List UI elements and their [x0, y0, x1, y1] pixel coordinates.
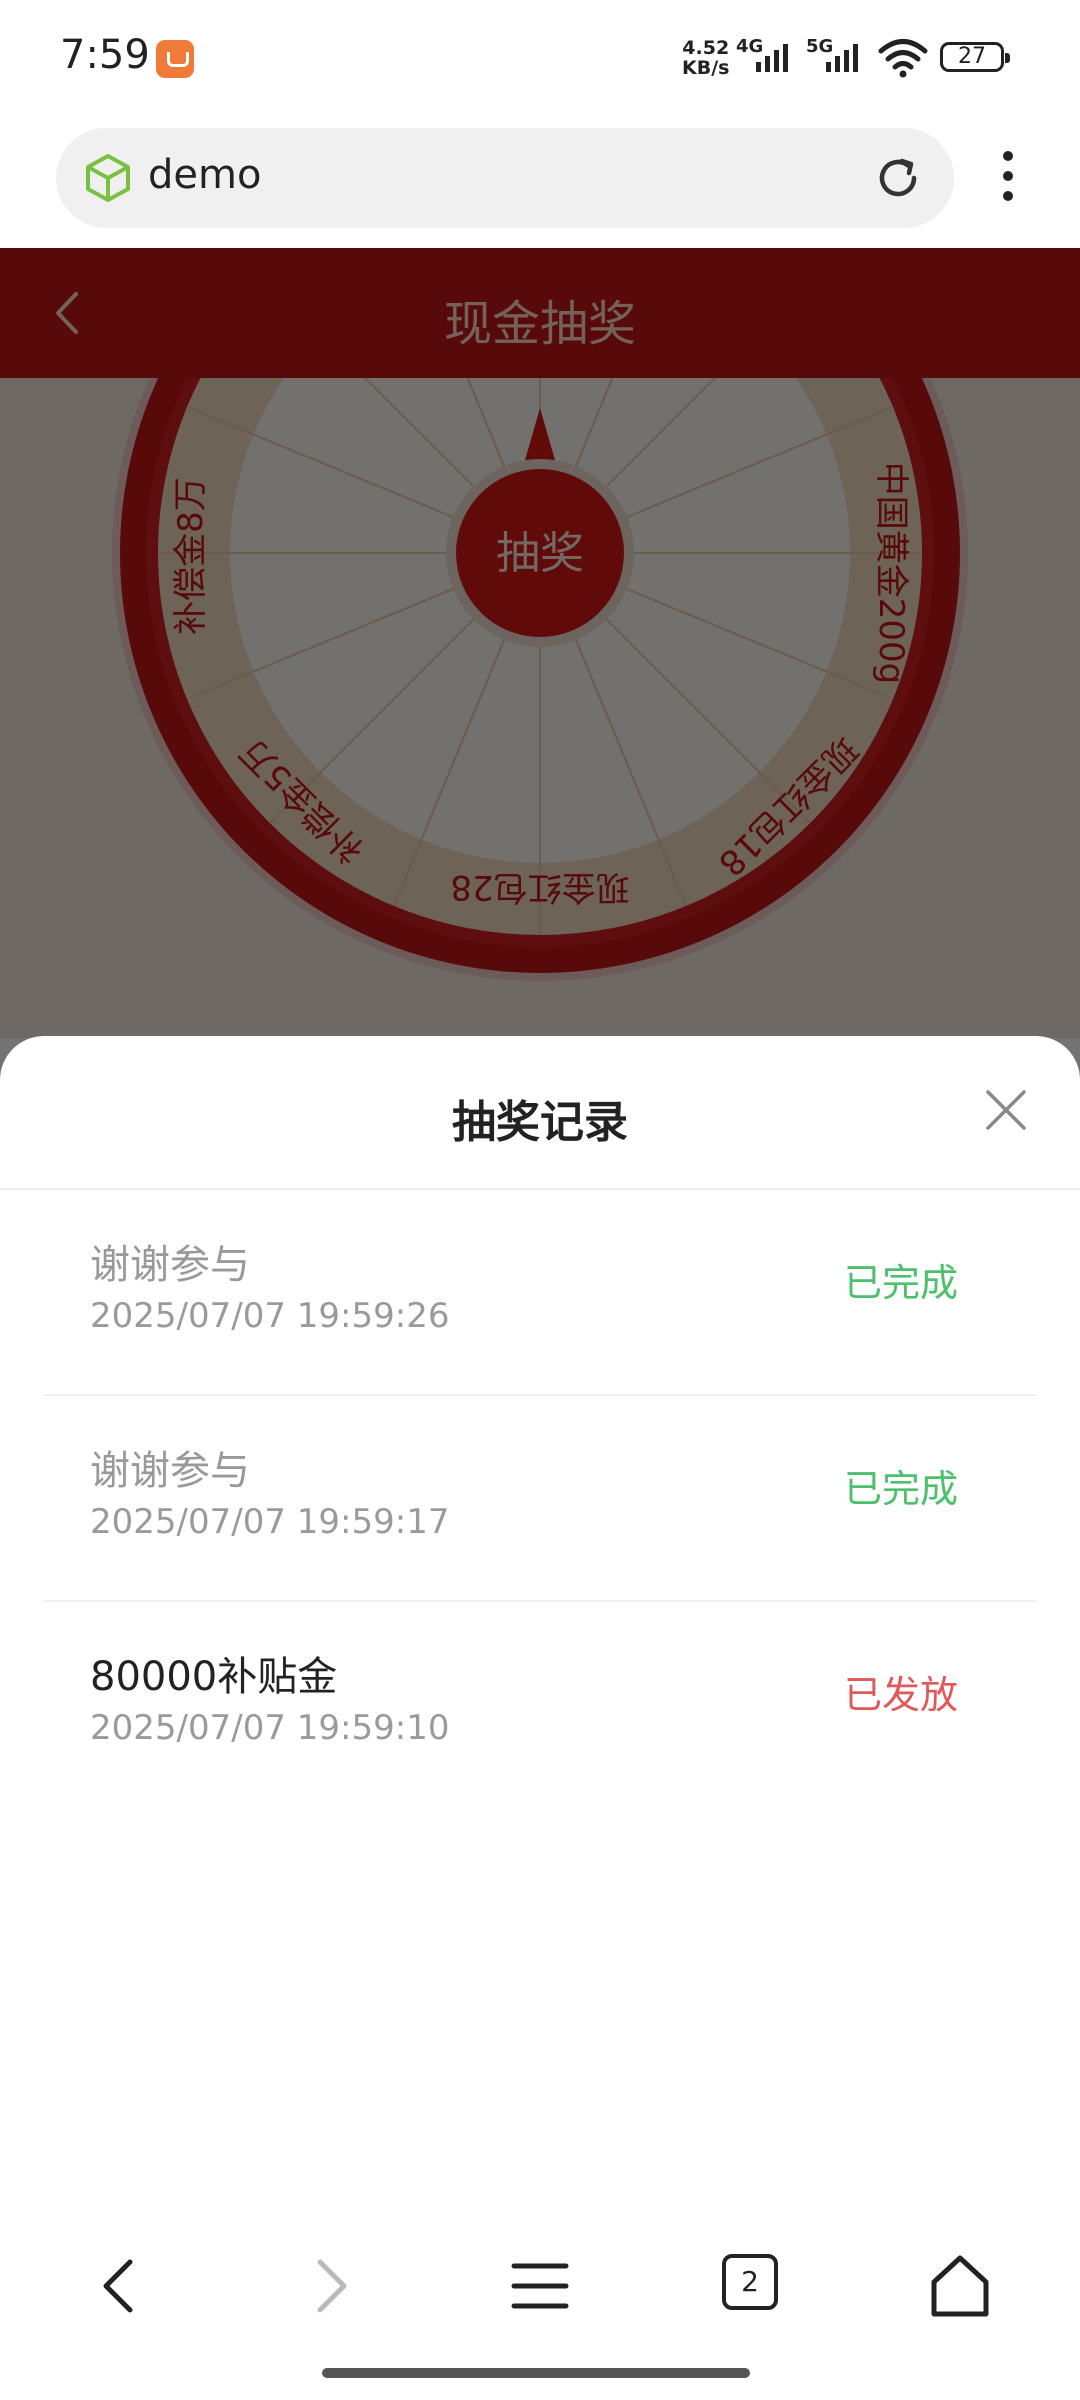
status-time: 7:59 [60, 32, 150, 78]
wheel-button-label: 抽奖 [496, 528, 584, 579]
record-item: 谢谢参与 2025/07/07 19:59:17 已完成 [44, 1396, 1036, 1602]
site-cube-icon [86, 154, 130, 202]
lottery-wheel: 中国黄金200g 现金红包18 现金红包28 补偿金5万 补偿金8万 抽奖 [112, 378, 968, 981]
record-item: 80000补贴金 2025/07/07 19:59:10 已发放 [44, 1602, 1036, 1808]
record-status: 已发放 [843, 1673, 958, 1717]
browser-bottom-nav: 2 [0, 2230, 1080, 2340]
status-bar: 7:59 4.52 KB/s 4G 5G 27 [0, 0, 1080, 118]
record-name: 谢谢参与 [90, 1448, 250, 1494]
menu-lines-icon[interactable] [504, 2250, 576, 2322]
back-icon[interactable] [84, 2250, 156, 2322]
record-status: 已完成 [843, 1261, 958, 1305]
sheet-title: 抽奖记录 [452, 1097, 628, 1148]
battery-level: 27 [958, 44, 986, 69]
record-item: 谢谢参与 2025/07/07 19:59:26 已完成 [44, 1190, 1036, 1396]
battery-icon: 27 [940, 42, 1010, 72]
record-status: 已完成 [843, 1467, 958, 1511]
wifi-icon [878, 39, 928, 78]
prize-label: 补偿金8万 [171, 477, 211, 635]
record-time: 2025/07/07 19:59:26 [90, 1296, 450, 1336]
prize-label: 现金红包28 [450, 867, 629, 907]
prize-label: 中国黄金200g [871, 462, 911, 684]
record-name: 80000补贴金 [90, 1654, 338, 1700]
address-text: demo [148, 152, 262, 198]
close-icon[interactable] [984, 1088, 1028, 1132]
record-time: 2025/07/07 19:59:17 [90, 1502, 450, 1542]
net-speed-value: 4.52 [682, 37, 730, 59]
net-speed-unit: KB/s [682, 57, 730, 79]
app-notification-icon [156, 40, 194, 78]
tab-count: 2 [722, 2254, 778, 2310]
screen: 7:59 4.52 KB/s 4G 5G 27 demo 现金抽奖 中国黄金20… [0, 0, 1080, 2400]
forward-icon[interactable] [294, 2250, 366, 2322]
lottery-record-sheet: 抽奖记录 谢谢参与 2025/07/07 19:59:26 已完成 谢谢参与 2… [0, 1036, 1080, 2400]
home-icon[interactable] [924, 2250, 996, 2322]
signal-bars [826, 44, 862, 72]
reload-icon[interactable] [872, 152, 924, 204]
tabs-icon[interactable]: 2 [718, 2250, 790, 2322]
home-indicator[interactable] [322, 2368, 750, 2378]
signal-bars [756, 44, 792, 72]
address-bar[interactable]: demo [56, 128, 954, 228]
record-name: 谢谢参与 [90, 1242, 250, 1288]
lottery-wheel-area: 中国黄金200g 现金红包18 现金红包28 补偿金5万 补偿金8万 抽奖 [0, 378, 1080, 1038]
record-time: 2025/07/07 19:59:10 [90, 1708, 450, 1748]
page-title: 现金抽奖 [443, 296, 636, 352]
more-vert-icon[interactable] [990, 148, 1026, 204]
browser-toolbar: demo [0, 118, 1080, 248]
net-speed: 4.52 KB/s [682, 38, 729, 78]
page-header: 现金抽奖 [0, 248, 1080, 378]
